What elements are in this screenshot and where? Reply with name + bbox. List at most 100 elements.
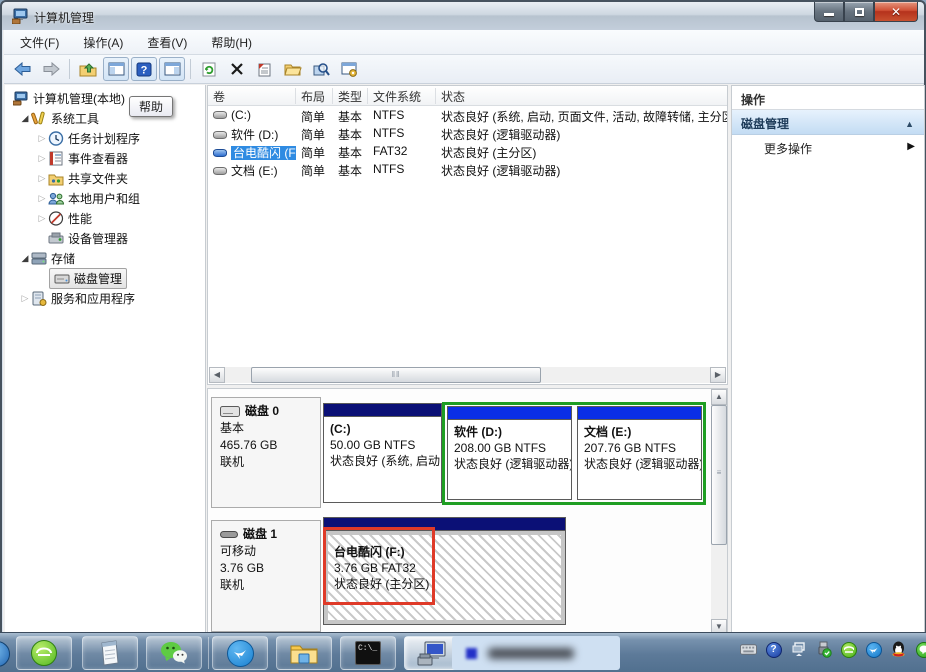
show-console-tree-button[interactable]	[103, 57, 129, 81]
menu-file[interactable]: 文件(F)	[8, 30, 71, 55]
primary-partition-bar	[324, 404, 441, 417]
minimize-button[interactable]	[814, 2, 844, 22]
column-status[interactable]: 状态	[436, 88, 726, 104]
taskbar: C:\_ ?	[0, 632, 926, 672]
system-tray: ?	[740, 641, 926, 658]
partition-d[interactable]: 软件 (D:) 208.00 GB NTFS 状态良好 (逻辑驱动器)	[447, 406, 572, 500]
qq-tray-icon[interactable]	[890, 641, 907, 658]
logical-partition-bar	[578, 407, 701, 420]
scroll-left-button[interactable]: ◀	[209, 367, 225, 383]
help-tray-icon[interactable]: ?	[765, 641, 782, 658]
disk1-header[interactable]: 磁盘 1 可移动 3.76 GB 联机	[211, 520, 321, 632]
collapse-caret-icon[interactable]: ▲	[905, 119, 914, 129]
taskbar-dingtalk[interactable]	[212, 636, 268, 670]
back-button[interactable]	[10, 57, 36, 81]
menu-help[interactable]: 帮助(H)	[199, 30, 264, 55]
tree-item-services-applications[interactable]: ▷ 服务和应用程序	[5, 288, 205, 308]
expanded-arrow-icon[interactable]: ◢	[19, 253, 31, 264]
tree-item-performance[interactable]: ▷ 性能	[5, 208, 205, 228]
forward-arrow-icon	[42, 62, 60, 76]
blurred-title-text	[488, 648, 574, 659]
show-action-pane-button[interactable]	[159, 57, 185, 81]
partition-c[interactable]: (C:) 50.00 GB NTFS 状态良好 (系统, 启动, 页面文件, 活…	[323, 403, 442, 503]
tree-item-disk-management[interactable]: 磁盘管理	[5, 268, 205, 288]
users-icon	[48, 191, 64, 206]
titlebar[interactable]: 计算机管理 ✕	[2, 2, 924, 30]
help-tooltip: 帮助	[129, 96, 173, 117]
red-annotation-box	[323, 527, 435, 605]
forward-button[interactable]	[38, 57, 64, 81]
collapsed-arrow-icon[interactable]: ▷	[19, 293, 31, 304]
maximize-button[interactable]	[844, 2, 874, 22]
dingtalk-tray-icon[interactable]	[865, 641, 882, 658]
column-volume[interactable]: 卷	[208, 88, 296, 104]
tree-item-device-manager[interactable]: 设备管理器	[5, 228, 205, 248]
wechat-tray-icon[interactable]	[915, 641, 926, 658]
tree-item-computer-management[interactable]: 计算机管理(本地)	[5, 88, 205, 108]
partition-e[interactable]: 文档 (E:) 207.76 GB NTFS 状态良好 (逻辑驱动器)	[577, 406, 702, 500]
volume-row-d[interactable]: 软件 (D:) 简单 基本 NTFS 状态良好 (逻辑驱动器)	[208, 125, 727, 143]
keyboard-icon[interactable]	[740, 641, 757, 658]
scrollbar-thumb[interactable]: ≡	[711, 405, 727, 545]
tree-item-local-users-groups[interactable]: ▷ 本地用户和组	[5, 188, 205, 208]
menu-action[interactable]: 操作(A)	[71, 30, 135, 55]
find-button[interactable]	[308, 57, 334, 81]
open-button[interactable]	[280, 57, 306, 81]
taskbar-cmd[interactable]: C:\_	[340, 636, 396, 670]
horizontal-scrollbar[interactable]: ◀ ‖‖ ▶	[209, 367, 726, 383]
settings-button[interactable]	[336, 57, 362, 81]
tree-item-storage[interactable]: ◢ 存储	[5, 248, 205, 268]
column-filesystem[interactable]: 文件系统	[368, 88, 436, 104]
computer-management-icon	[417, 640, 447, 666]
collapsed-arrow-icon[interactable]: ▷	[36, 153, 48, 164]
close-button[interactable]: ✕	[874, 2, 918, 22]
delete-button[interactable]	[224, 57, 250, 81]
taskbar-360-browser[interactable]	[16, 636, 72, 670]
computer-management-window: 计算机管理 ✕ 文件(F) 操作(A) 查看(V) 帮助(H)	[0, 0, 926, 640]
taskbar-explorer[interactable]	[276, 636, 332, 670]
column-type[interactable]: 类型	[333, 88, 368, 104]
usb-safe-remove-icon[interactable]	[815, 641, 832, 658]
vertical-scrollbar[interactable]: ▲ ≡ ▼	[711, 389, 727, 634]
clock-icon	[48, 131, 64, 146]
partial-icon[interactable]	[0, 641, 10, 667]
volume-row-f-selected[interactable]: 台电酷闪 (F:) 简单 基本 FAT32 状态良好 (主分区)	[208, 143, 727, 161]
taskbar-notepad[interactable]	[82, 636, 138, 670]
scroll-up-button[interactable]: ▲	[711, 389, 727, 405]
disk0-header[interactable]: 磁盘 0 基本 465.76 GB 联机	[211, 397, 321, 508]
scroll-right-button[interactable]: ▶	[710, 367, 726, 383]
drive-icon	[213, 131, 227, 139]
collapsed-arrow-icon[interactable]: ▷	[36, 213, 48, 224]
volume-list: 卷 布局 类型 文件系统 状态 (C:) 简单 基本 NTFS 状态良好 (系统…	[207, 85, 728, 385]
scrollbar-thumb[interactable]: ‖‖	[251, 367, 541, 383]
collapsed-arrow-icon[interactable]: ▷	[36, 133, 48, 144]
volume-row-c[interactable]: (C:) 简单 基本 NTFS 状态良好 (系统, 启动, 页面文件, 活动, …	[208, 107, 727, 125]
console-tree: 计算机管理(本地) ◢ 系统工具 ▷ 任务计划程序 ▷ 事件查看器	[5, 85, 206, 639]
refresh-button[interactable]	[196, 57, 222, 81]
taskbar-wechat[interactable]	[146, 636, 202, 670]
taskbar-blurred-window[interactable]	[452, 636, 620, 670]
menu-view[interactable]: 查看(V)	[135, 30, 199, 55]
tree-item-system-tools[interactable]: ◢ 系统工具	[5, 108, 205, 128]
open-folder-icon	[284, 62, 302, 76]
360-safety-tray-icon[interactable]	[840, 641, 857, 658]
export-list-button[interactable]	[75, 57, 101, 81]
help-button[interactable]: ?	[131, 57, 157, 81]
collapsed-arrow-icon[interactable]: ▷	[36, 173, 48, 184]
disk-graphical-view: 磁盘 0 基本 465.76 GB 联机 (C:) 50.00 GB NTFS …	[207, 388, 728, 634]
shared-folder-icon	[48, 171, 64, 186]
collapsed-arrow-icon[interactable]: ▷	[36, 193, 48, 204]
help-icon: ?	[136, 62, 152, 77]
expanded-arrow-icon[interactable]: ◢	[19, 113, 31, 124]
more-actions-item[interactable]: 更多操作 ▶	[732, 135, 924, 159]
column-layout[interactable]: 布局	[296, 88, 333, 104]
tree-item-event-viewer[interactable]: ▷ 事件查看器	[5, 148, 205, 168]
drive-icon	[213, 111, 227, 119]
tree-item-shared-folders[interactable]: ▷ 共享文件夹	[5, 168, 205, 188]
show-hidden-icons[interactable]	[790, 641, 807, 658]
volume-row-e[interactable]: 文档 (E:) 简单 基本 NTFS 状态良好 (逻辑驱动器)	[208, 161, 727, 179]
properties-button[interactable]	[252, 57, 278, 81]
disk-management-section-header[interactable]: 磁盘管理 ▲	[732, 110, 924, 135]
tree-item-task-scheduler[interactable]: ▷ 任务计划程序	[5, 128, 205, 148]
wechat-icon	[160, 641, 188, 665]
